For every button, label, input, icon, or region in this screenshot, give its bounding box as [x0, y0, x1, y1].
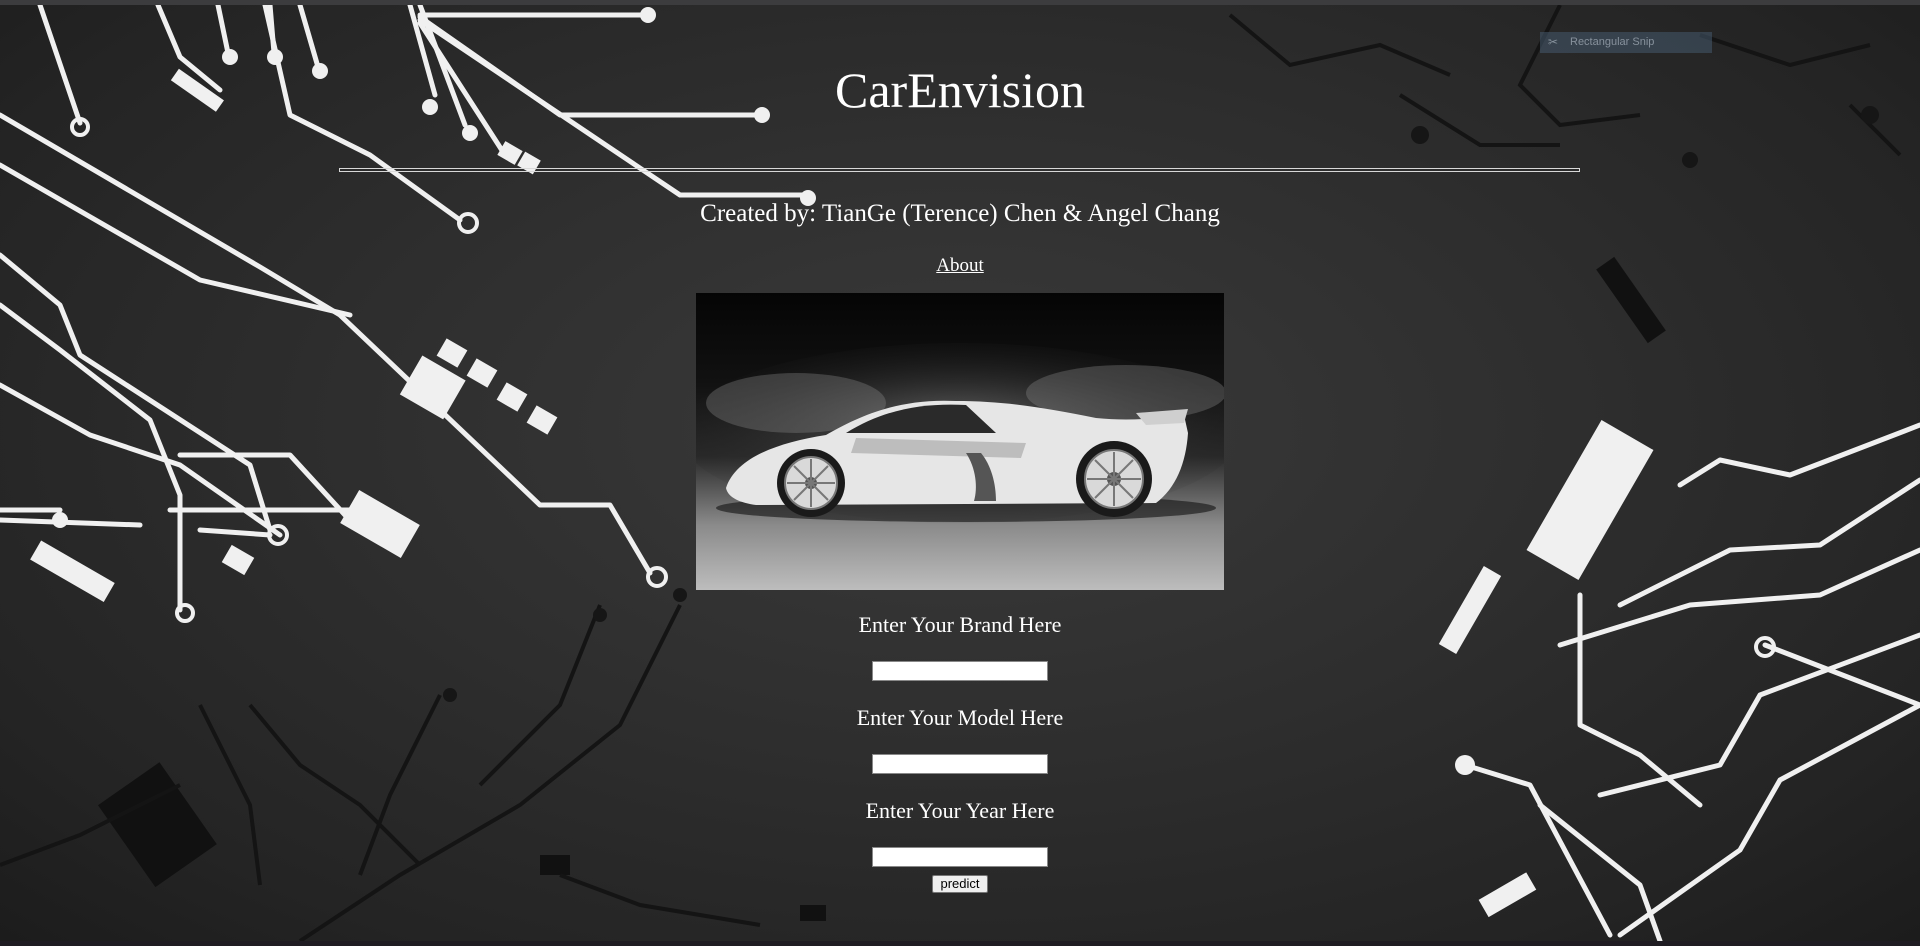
header-divider	[339, 168, 1580, 172]
year-input[interactable]	[872, 847, 1048, 867]
about-link[interactable]: About	[936, 255, 984, 276]
model-label: Enter Your Model Here	[856, 705, 1064, 730]
about-nav: About	[0, 254, 1920, 278]
browser-bottom-bar	[0, 941, 1920, 946]
snip-label: Rectangular Snip	[1570, 36, 1655, 48]
rectangular-snip-overlay: ✂ Rectangular Snip	[1540, 32, 1712, 53]
predict-button[interactable]: predict	[932, 875, 988, 893]
year-label: Enter Your Year Here	[865, 798, 1055, 823]
page-title: CarEnvision	[835, 62, 1085, 118]
brand-label: Enter Your Brand Here	[858, 612, 1062, 637]
page-background: ✂ Rectangular Snip CarEnvision Created b…	[0, 5, 1920, 941]
credits-text: Created by: TianGe (Terence) Chen & Ange…	[700, 200, 1220, 227]
model-input[interactable]	[872, 754, 1048, 774]
brand-input[interactable]	[872, 661, 1048, 681]
scissors-icon: ✂	[1548, 35, 1559, 49]
sports-car-image	[696, 293, 1224, 590]
car-illustration	[696, 343, 1224, 523]
